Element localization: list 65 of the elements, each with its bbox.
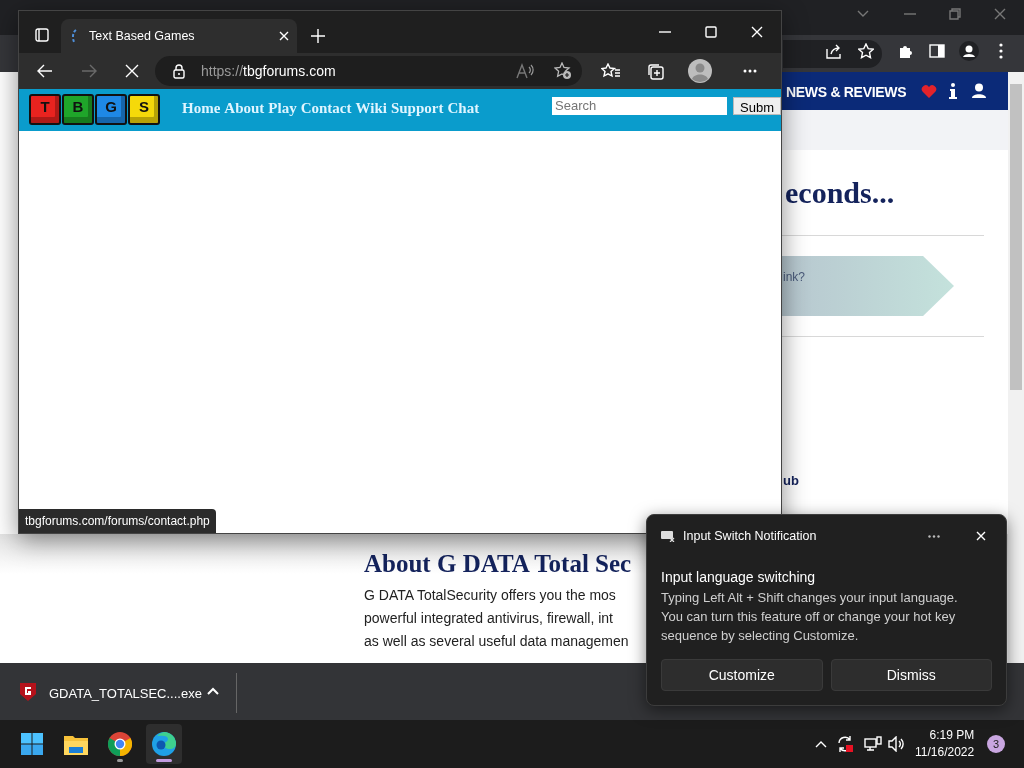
collections-icon[interactable]: [646, 62, 664, 80]
logo-key: S: [128, 94, 160, 125]
page-heading: econds...: [785, 175, 895, 211]
star-icon[interactable]: [858, 43, 874, 59]
restore-icon[interactable]: [949, 8, 961, 20]
heart-icon[interactable]: [921, 84, 937, 98]
address-bar[interactable]: [783, 40, 882, 68]
tab-title: Text Based Games: [89, 27, 196, 45]
avatar-icon[interactable]: [688, 59, 712, 83]
logo-key: G: [95, 94, 127, 125]
browser-icon: [152, 732, 176, 756]
chevron-down-icon[interactable]: [857, 10, 869, 18]
chevron-up-icon[interactable]: [815, 740, 827, 748]
taskbar-app-button[interactable]: [146, 724, 182, 764]
windows-logo-icon: [21, 733, 43, 755]
dismiss-button[interactable]: Dismiss: [830, 659, 992, 691]
browser-icon: [108, 732, 132, 756]
keyboard-icon: [661, 530, 675, 543]
section-heading: About G DATA Total Sec: [364, 549, 632, 579]
more-icon[interactable]: [928, 534, 940, 538]
lock-icon: [173, 63, 185, 79]
nav-link[interactable]: NEWS & REVIEWS: [786, 82, 907, 103]
user-icon[interactable]: [972, 83, 986, 98]
status-url: tbgforums.com/forums/contact.php: [19, 509, 216, 533]
menu-icon[interactable]: [999, 43, 1003, 59]
clock-date: 11/16/2022: [915, 744, 975, 761]
logo-key: T: [29, 94, 61, 125]
back-arrow-icon[interactable]: [37, 64, 53, 78]
banner-text: ink?: [783, 269, 805, 286]
more-icon[interactable]: [743, 69, 757, 73]
folder-icon: [64, 733, 88, 755]
app-name: Input Switch Notification: [683, 528, 817, 545]
forward-arrow-icon[interactable]: [81, 64, 97, 78]
shield-icon: [20, 683, 36, 701]
notification-count[interactable]: 3: [987, 735, 1005, 753]
search-field[interactable]: Search: [552, 97, 728, 115]
profile-icon[interactable]: [959, 41, 979, 61]
paragraph-line: G DATA TotalSecurity offers you the mos: [364, 586, 617, 605]
paragraph-line: as well as several useful data managemen: [364, 632, 630, 651]
notification-title: Input language switching: [661, 567, 817, 587]
maximize-icon[interactable]: [705, 26, 717, 38]
sidebar-icon[interactable]: [929, 43, 945, 59]
submit-button[interactable]: Subm: [733, 97, 781, 115]
volume-icon[interactable]: [888, 736, 906, 752]
new-tab-icon[interactable]: [311, 29, 325, 43]
caret-up-icon[interactable]: [207, 687, 219, 695]
notification-text: Typing Left Alt + Shift changes your input language. You can turn this feature off or change your hot key sequence by selecting Customize.: [661, 588, 959, 645]
link-text[interactable]: ub: [783, 471, 799, 491]
read-aloud-icon[interactable]: [516, 63, 534, 79]
add-favorite-icon[interactable]: [554, 62, 572, 80]
customize-button[interactable]: Customize: [661, 659, 823, 691]
browser-tab[interactable]: Text Based Games: [61, 19, 297, 53]
sync-icon[interactable]: [836, 735, 854, 753]
info-icon[interactable]: [949, 83, 957, 99]
clock-time: 6:19 PM: [928, 727, 975, 744]
paragraph-line: powerful integrated antivirus, firewall, int: [364, 609, 614, 628]
favorites-icon[interactable]: [601, 63, 621, 79]
puzzle-icon[interactable]: [898, 43, 914, 59]
file-name[interactable]: GDATA_TOTALSEC....exe: [49, 684, 202, 704]
share-icon[interactable]: [825, 43, 843, 59]
scrollbar-thumb[interactable]: [1010, 84, 1022, 390]
network-icon[interactable]: [864, 736, 882, 752]
logo-key: B: [62, 94, 94, 125]
stop-icon[interactable]: [125, 64, 139, 78]
tab-actions-icon[interactable]: [35, 28, 49, 42]
